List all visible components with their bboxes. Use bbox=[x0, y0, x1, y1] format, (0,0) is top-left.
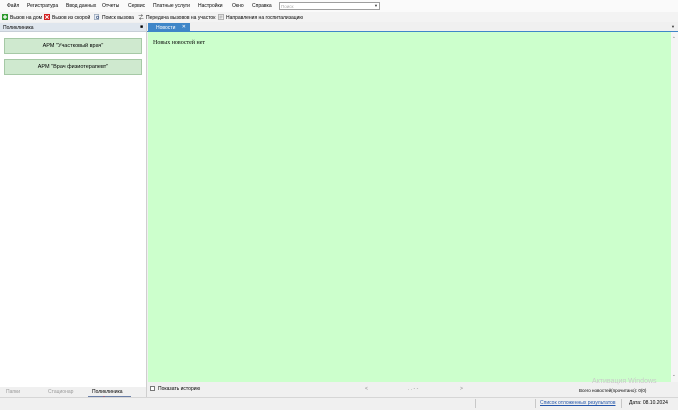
transfer-icon bbox=[138, 14, 144, 20]
news-total-count: Всего новостей(прочитано): 0(0) bbox=[579, 388, 647, 393]
arm-district-doctor[interactable]: АРМ "Участковый врач" bbox=[4, 38, 142, 54]
deferred-results-link[interactable]: Список отложенных результатов bbox=[540, 400, 616, 406]
arm-physiotherapist[interactable]: АРМ "Врач физиотерапевт" bbox=[4, 59, 142, 75]
tab-folders[interactable]: Папки bbox=[6, 389, 20, 395]
tab-polyclinic[interactable]: Поликлиника bbox=[92, 389, 123, 395]
chevron-down-icon[interactable]: ⌄ bbox=[672, 372, 676, 378]
pin-icon[interactable]: ■ bbox=[140, 24, 143, 30]
news-content bbox=[148, 32, 671, 382]
status-divider bbox=[475, 399, 476, 408]
menu-data-entry[interactable]: Ввод данных bbox=[66, 3, 96, 9]
status-divider bbox=[535, 399, 536, 408]
red-cross-icon bbox=[44, 14, 50, 20]
tab-hospital[interactable]: Стационар bbox=[48, 389, 73, 395]
menu-paid-services[interactable]: Платные услуги bbox=[153, 3, 190, 9]
search-doc-icon bbox=[94, 14, 100, 20]
status-divider bbox=[621, 399, 622, 408]
menu-settings[interactable]: Настройки bbox=[198, 3, 223, 9]
prev-page-button[interactable]: < bbox=[365, 386, 368, 392]
menu-registry[interactable]: Регистратура bbox=[27, 3, 58, 9]
page-indicator: . . - - bbox=[408, 386, 419, 392]
menu-help[interactable]: Справка bbox=[252, 3, 272, 9]
windows-activation-watermark: Активация Windows bbox=[592, 378, 657, 385]
news-empty-message: Новых новостей нет bbox=[153, 40, 206, 46]
tab-news-label: Новости bbox=[156, 24, 176, 31]
next-page-button[interactable]: > bbox=[460, 386, 463, 392]
menu-reports[interactable]: Отчеты bbox=[102, 3, 119, 9]
menu-file[interactable]: Файл bbox=[7, 3, 19, 9]
panel-title: Поликлиника bbox=[3, 24, 34, 31]
referral-icon bbox=[218, 14, 224, 20]
search-box[interactable]: ▼ bbox=[279, 2, 380, 10]
green-plus-icon bbox=[2, 14, 8, 20]
show-history-label: Показать историю bbox=[158, 386, 201, 392]
tab-news[interactable]: Новости ✕ bbox=[148, 23, 190, 31]
tab-list-chevron-icon[interactable]: ▼ bbox=[671, 24, 675, 29]
chevron-up-icon[interactable]: ⌃ bbox=[672, 36, 676, 42]
menu-window[interactable]: Окно bbox=[232, 3, 244, 9]
chevron-down-icon[interactable]: ▼ bbox=[374, 3, 378, 8]
search-input[interactable] bbox=[281, 3, 371, 9]
menu-service[interactable]: Сервис bbox=[128, 3, 145, 9]
show-history-checkbox[interactable] bbox=[150, 386, 155, 391]
vertical-scrollbar[interactable]: ⌃ ⌄ bbox=[671, 32, 678, 382]
panel-header: Поликлиника ■ bbox=[0, 23, 146, 32]
status-date: Дата: 08.10.2024 bbox=[629, 400, 668, 406]
polyclinic-panel: Поликлиника ■ АРМ "Участковый врач" АРМ … bbox=[0, 23, 147, 397]
close-icon[interactable]: ✕ bbox=[182, 24, 186, 30]
toolbar: Вызов на дом Вызов из скорой Поиск вызов… bbox=[0, 12, 678, 22]
